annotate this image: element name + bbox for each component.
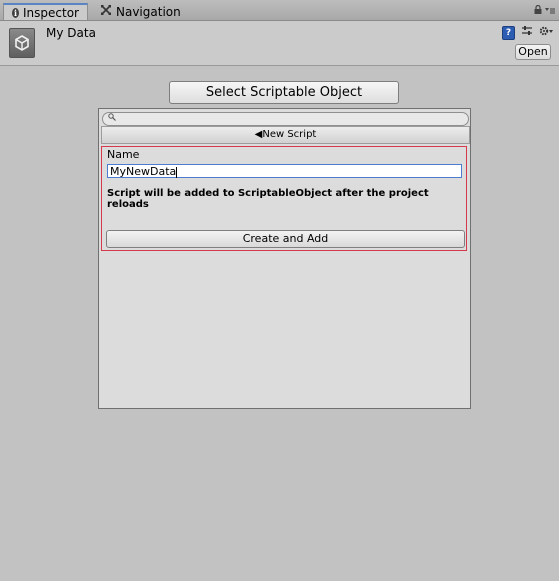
tab-menu-icon[interactable]	[545, 6, 555, 17]
search-input[interactable]	[102, 112, 469, 126]
lock-icon[interactable]	[534, 4, 542, 17]
select-scriptable-object-button[interactable]: Select Scriptable Object	[169, 81, 399, 104]
gear-icon[interactable]	[539, 25, 553, 40]
asset-title: My Data	[46, 26, 96, 40]
name-field-value: MyNewData	[110, 165, 177, 178]
tab-bar: i Inspector Navigation	[0, 0, 559, 21]
tab-bar-controls	[534, 4, 555, 17]
search-icon	[108, 113, 116, 125]
inspector-header: My Data ? Open	[0, 21, 559, 66]
help-icon[interactable]: ?	[502, 25, 515, 40]
name-field[interactable]: MyNewData	[107, 164, 462, 178]
header-icons: ?	[502, 25, 553, 40]
tab-label: Navigation	[116, 4, 181, 19]
tab-label: Inspector	[23, 5, 79, 20]
create-and-add-button[interactable]: Create and Add	[106, 230, 465, 248]
reload-note: Script will be added to ScriptableObject…	[107, 188, 429, 210]
preset-icon[interactable]	[521, 25, 533, 40]
unity-logo-icon	[9, 28, 35, 58]
new-script-button[interactable]: ◀New Script	[101, 126, 470, 144]
tab-inspector[interactable]: i Inspector	[3, 3, 88, 20]
info-icon: i	[12, 7, 20, 18]
open-button[interactable]: Open	[515, 44, 551, 60]
new-script-form: Name MyNewData Script will be added to S…	[101, 146, 467, 251]
tab-navigation[interactable]: Navigation	[92, 3, 182, 20]
text-caret	[176, 166, 178, 178]
scriptable-object-panel: ◀New Script Name MyNewData Script will b…	[98, 108, 471, 409]
new-script-label: New Script	[262, 129, 317, 140]
name-label: Name	[107, 148, 140, 161]
navigation-icon	[100, 4, 112, 19]
